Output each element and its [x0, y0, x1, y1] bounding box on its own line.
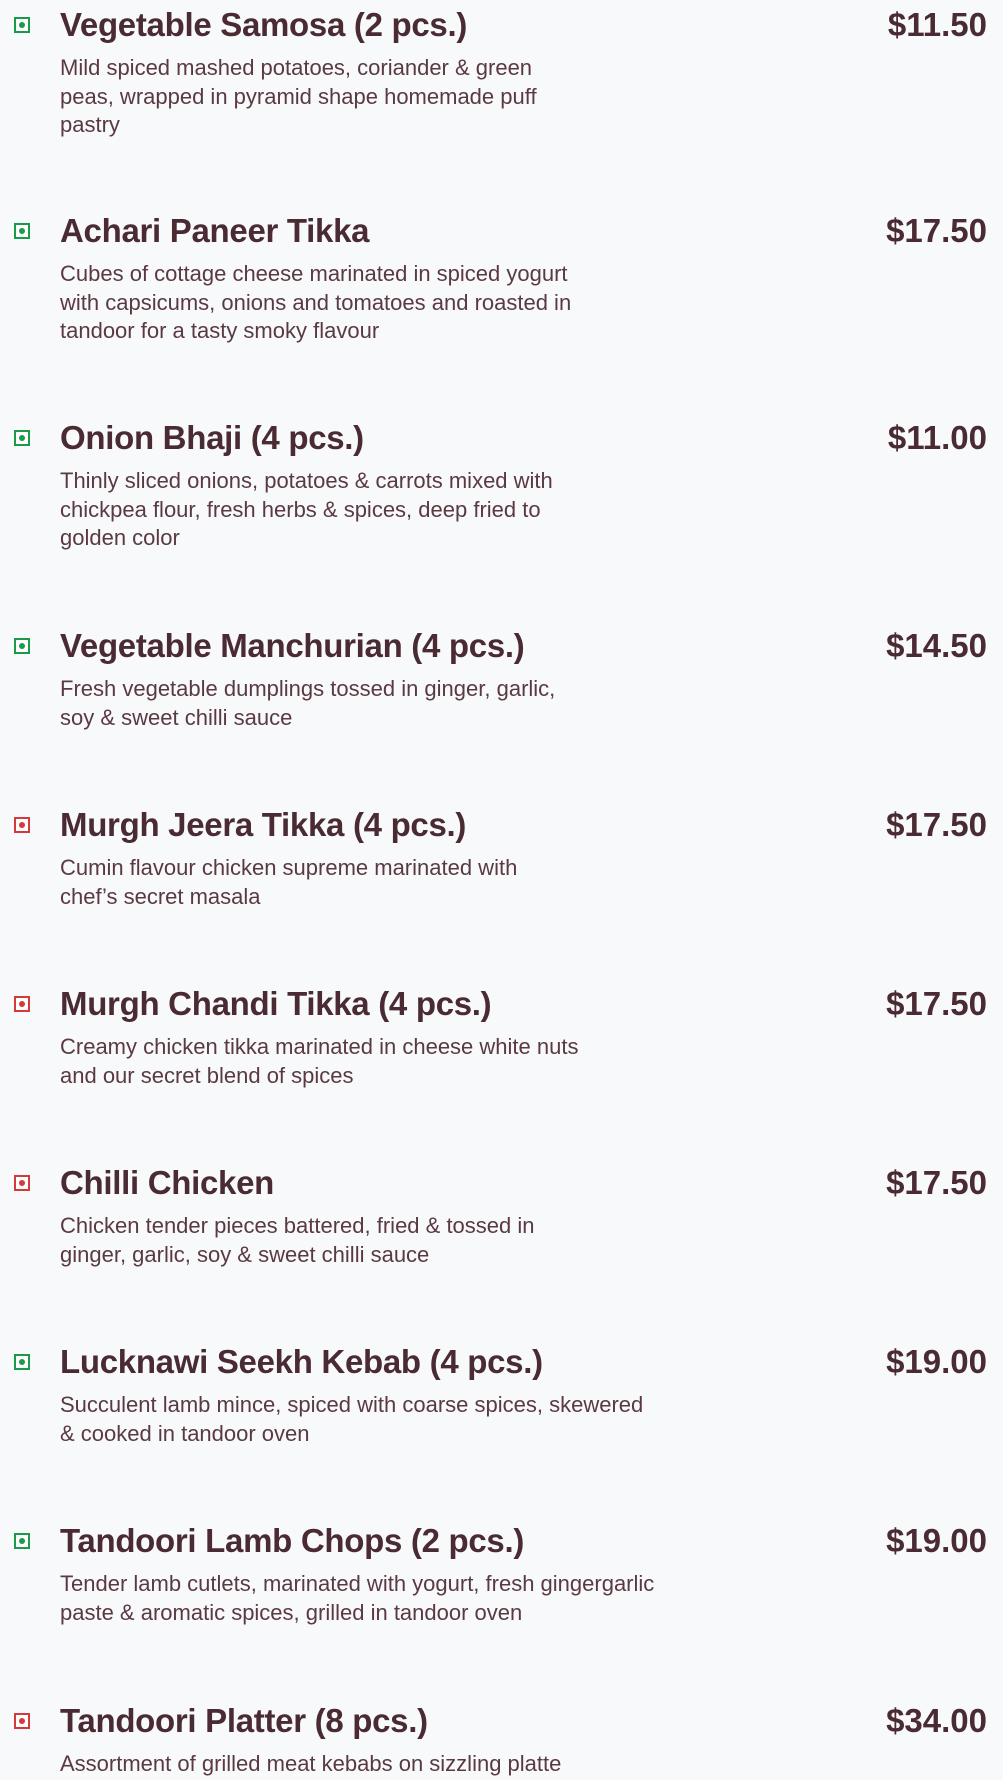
item-description: Chicken tender pieces battered, fried & …: [60, 1213, 535, 1267]
item-name: Chilli Chicken: [60, 1164, 275, 1201]
item-description: Creamy chicken tikka marinated in cheese…: [60, 1034, 579, 1088]
veg-indicator-icon: [14, 1533, 30, 1549]
non-veg-indicator-icon: [14, 1713, 30, 1729]
item-name: Lucknawi Seekh Kebab (4 pcs.): [60, 1343, 543, 1380]
item-price: $17.50: [886, 985, 987, 1022]
item-price: $14.50: [886, 627, 987, 664]
menu-page: Vegetable Samosa (2 pcs.) $11.50 Mild sp…: [0, 0, 1003, 1780]
item-name: Murgh Jeera Tikka (4 pcs.): [60, 806, 467, 843]
item-description: Thinly sliced onions, potatoes & carrots…: [60, 468, 553, 550]
item-price: $19.00: [886, 1522, 987, 1559]
non-veg-indicator-icon: [14, 817, 30, 833]
item-description: Assortment of grilled meat kebabs on siz…: [60, 1751, 562, 1776]
veg-indicator-icon: [14, 638, 30, 654]
item-description: Succulent lamb mince, spiced with coarse…: [60, 1392, 644, 1446]
item-price: $11.00: [887, 419, 987, 456]
item-name: Vegetable Manchurian (4 pcs.): [60, 627, 525, 664]
item-price: $34.00: [886, 1702, 987, 1739]
item-description: Cumin flavour chicken supreme marinated …: [60, 855, 518, 909]
veg-indicator-icon: [14, 17, 30, 33]
item-description: Mild spiced mashed potatoes, coriander &…: [60, 55, 537, 137]
item-description: Fresh vegetable dumplings tossed in ging…: [60, 676, 556, 730]
veg-indicator-icon: [14, 1354, 30, 1370]
item-name: Tandoori Lamb Chops (2 pcs.): [60, 1522, 525, 1559]
item-description: Tender lamb cutlets, marinated with yogu…: [60, 1571, 655, 1625]
item-name: Murgh Chandi Tikka (4 pcs.): [60, 985, 492, 1022]
item-name: Achari Paneer Tikka: [60, 212, 370, 249]
item-price: $17.50: [886, 212, 987, 249]
item-price: $17.50: [886, 1164, 987, 1201]
item-name: Tandoori Platter (8 pcs.): [60, 1702, 428, 1739]
item-description: Cubes of cottage cheese marinated in spi…: [60, 261, 572, 343]
non-veg-indicator-icon: [14, 1175, 30, 1191]
item-price: $17.50: [886, 806, 987, 843]
veg-indicator-icon: [14, 430, 30, 446]
item-name: Vegetable Samosa (2 pcs.): [60, 6, 468, 43]
item-price: $19.00: [886, 1343, 987, 1380]
veg-indicator-icon: [14, 223, 30, 239]
item-price: $11.50: [887, 6, 987, 43]
non-veg-indicator-icon: [14, 996, 30, 1012]
item-name: Onion Bhaji (4 pcs.): [60, 419, 364, 456]
